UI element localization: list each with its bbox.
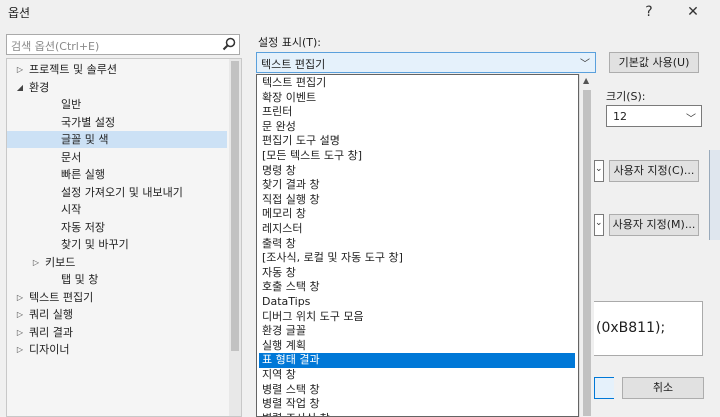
show-settings-value: 텍스트 편집기 bbox=[261, 58, 326, 71]
dropdown-item[interactable]: 병렬 스택 창 bbox=[259, 383, 575, 398]
dropdown-item[interactable]: 표 형태 결과 bbox=[259, 353, 575, 368]
dropdown-item[interactable]: 환경 글꼴 bbox=[259, 324, 575, 339]
tree-item-label: 문서 bbox=[61, 150, 82, 164]
scroll-up-icon[interactable]: ▲ bbox=[583, 76, 589, 85]
expand-arrow-icon[interactable]: ▷ bbox=[15, 306, 25, 323]
tree-item-label: 키보드 bbox=[45, 255, 76, 269]
dropdown-item[interactable]: [모든 텍스트 도구 창] bbox=[259, 149, 575, 164]
use-defaults-button[interactable]: 기본값 사용(U) bbox=[609, 52, 699, 73]
search-placeholder: 검색 옵션(Ctrl+E) bbox=[11, 40, 100, 53]
tree-item-label: 시작 bbox=[61, 203, 82, 216]
tree-item[interactable]: 자동 저장 bbox=[7, 219, 227, 236]
expand-arrow-icon[interactable]: ▷ bbox=[15, 324, 25, 341]
tree-item[interactable]: ▷ 디자이너 bbox=[7, 341, 227, 358]
tree-item[interactable]: ▷ 쿼리 실행 bbox=[7, 306, 227, 323]
chevron-down-icon: ﹀ bbox=[580, 59, 590, 70]
tree-item-label: 프로젝트 및 솔루션 bbox=[29, 63, 117, 76]
tree-item[interactable]: ◢ 환경 bbox=[7, 79, 227, 96]
dropdown-item[interactable]: 확장 이벤트 bbox=[259, 91, 575, 106]
dropdown-item[interactable]: 실행 계획 bbox=[259, 339, 575, 354]
collapse-arrow-icon[interactable]: ◢ bbox=[15, 79, 25, 96]
dropdown-item[interactable]: 문 완성 bbox=[259, 120, 575, 135]
tree-scrollbar[interactable] bbox=[229, 59, 241, 416]
tree-item-label: 글꼴 및 색 bbox=[61, 133, 109, 146]
tree-item-label: 탭 및 창 bbox=[61, 273, 99, 286]
dropdown-item[interactable]: 메모리 창 bbox=[259, 207, 575, 222]
window-title: 옵션 bbox=[8, 6, 31, 20]
dropdown-item[interactable]: 찾기 결과 창 bbox=[259, 178, 575, 193]
tree-item-label: 찾기 및 바꾸기 bbox=[61, 238, 129, 251]
dropdown-item[interactable]: [조사식, 로컬 및 자동 도구 창] bbox=[259, 251, 575, 266]
tree-item-label: 빠른 실행 bbox=[61, 168, 105, 181]
tree-item-label: 쿼리 실행 bbox=[29, 308, 73, 321]
dropdown-item[interactable]: 텍스트 편집기 bbox=[259, 76, 575, 91]
search-icon bbox=[222, 37, 236, 51]
tree-scroll-thumb[interactable] bbox=[231, 61, 239, 351]
tree-item[interactable]: 글꼴 및 색 bbox=[7, 131, 227, 148]
show-settings-dropdown-list[interactable]: 텍스트 편집기 확장 이벤트 프린터 문 완성 편집기 도구 설명 [모든 텍스트 도구 … bbox=[256, 74, 579, 417]
cancel-button[interactable]: 취소 bbox=[622, 377, 704, 399]
show-settings-combo[interactable]: 텍스트 편집기 ﹀ bbox=[256, 52, 596, 73]
tree-item[interactable]: 일반 bbox=[7, 96, 227, 113]
search-input[interactable]: 검색 옵션(Ctrl+E) bbox=[6, 34, 240, 55]
chevron-down-icon: ⌄ bbox=[595, 218, 603, 228]
help-button[interactable]: ? bbox=[632, 0, 666, 24]
dropdown-item[interactable]: 지역 창 bbox=[259, 368, 575, 383]
tree-item[interactable]: ▷ 프로젝트 및 솔루션 bbox=[7, 61, 227, 78]
window-edge bbox=[709, 150, 720, 240]
show-settings-label: 설정 표시(T): bbox=[258, 36, 321, 49]
tree-item[interactable]: 국가별 설정 bbox=[7, 114, 227, 131]
custom-foreground-button[interactable]: 사용자 지정(C)... bbox=[609, 160, 699, 182]
tree-item-label: 환경 bbox=[29, 80, 50, 94]
tree-item[interactable]: 설정 가져오기 및 내보내기 bbox=[7, 184, 227, 201]
chevron-down-icon: ⌄ bbox=[595, 164, 603, 174]
expand-arrow-icon[interactable]: ▷ bbox=[15, 341, 25, 358]
options-tree[interactable]: ▷ 프로젝트 및 솔루션 ◢ 환경일반국가별 설정글꼴 및 색문서빠른 실행설정 가져… bbox=[6, 58, 242, 417]
dropdown-item[interactable]: 명령 창 bbox=[259, 164, 575, 179]
dropdown-item[interactable]: DataTips bbox=[259, 295, 575, 310]
tree-item[interactable]: 찾기 및 바꾸기 bbox=[7, 236, 227, 253]
chevron-down-icon: ﹀ bbox=[686, 114, 696, 125]
dropdown-item[interactable]: 레지스터 bbox=[259, 222, 575, 237]
preview-text: (0xB811); bbox=[596, 320, 666, 336]
tree-item[interactable]: ▷ 텍스트 편집기 bbox=[7, 289, 227, 306]
dropdown-item[interactable]: 직접 실행 창 bbox=[259, 193, 575, 208]
tree-item-label: 설정 가져오기 및 내보내기 bbox=[61, 185, 183, 199]
tree-item[interactable]: 문서 bbox=[7, 149, 227, 166]
dropdown-item[interactable]: 출력 창 bbox=[259, 237, 575, 252]
sample-preview: (0xB811); bbox=[593, 301, 703, 356]
expand-arrow-icon[interactable]: ▷ bbox=[15, 61, 25, 78]
tree-item[interactable]: 시작 bbox=[7, 201, 227, 218]
tree-item[interactable]: 탭 및 창 bbox=[7, 271, 227, 288]
tree-item[interactable]: 빠른 실행 bbox=[7, 166, 227, 183]
dropdown-scrollbar[interactable]: ▲ bbox=[579, 74, 594, 417]
tree-item-label: 텍스트 편집기 bbox=[29, 290, 94, 304]
dropdown-item[interactable]: 병렬 작업 창 bbox=[259, 397, 575, 412]
tree-item-label: 쿼리 결과 bbox=[29, 325, 73, 339]
dropdown-item[interactable]: 디버그 위치 도구 모음 bbox=[259, 310, 575, 325]
dropdown-item[interactable]: 프린터 bbox=[259, 105, 575, 120]
dropdown-scroll-thumb[interactable] bbox=[583, 90, 591, 416]
size-combo[interactable]: 12 ﹀ bbox=[606, 105, 702, 127]
tree-item[interactable]: ▷ 키보드 bbox=[7, 254, 227, 271]
dropdown-item[interactable]: 병렬 조사식 창 bbox=[259, 412, 575, 416]
expand-arrow-icon[interactable]: ▷ bbox=[15, 289, 25, 306]
ok-button[interactable] bbox=[594, 377, 614, 399]
tree-item-label: 디자이너 bbox=[29, 343, 70, 356]
dropdown-item[interactable]: 자동 창 bbox=[259, 266, 575, 281]
dropdown-item[interactable]: 편집기 도구 설명 bbox=[259, 134, 575, 149]
tree-item-label: 국가별 설정 bbox=[61, 115, 116, 129]
size-value: 12 bbox=[613, 110, 627, 123]
item-background-combo[interactable]: ⌄ bbox=[594, 214, 604, 236]
item-foreground-combo[interactable]: ⌄ bbox=[594, 160, 604, 182]
custom-background-button[interactable]: 사용자 지정(M)... bbox=[609, 214, 699, 236]
expand-arrow-icon[interactable]: ▷ bbox=[31, 254, 41, 271]
close-button[interactable]: ✕ bbox=[676, 0, 710, 24]
tree-item[interactable]: ▷ 쿼리 결과 bbox=[7, 324, 227, 341]
tree-item-label: 일반 bbox=[61, 98, 82, 111]
dropdown-item[interactable]: 호출 스택 창 bbox=[259, 280, 575, 295]
tree-item-label: 자동 저장 bbox=[61, 220, 105, 234]
size-label: 크기(S): bbox=[606, 90, 646, 103]
